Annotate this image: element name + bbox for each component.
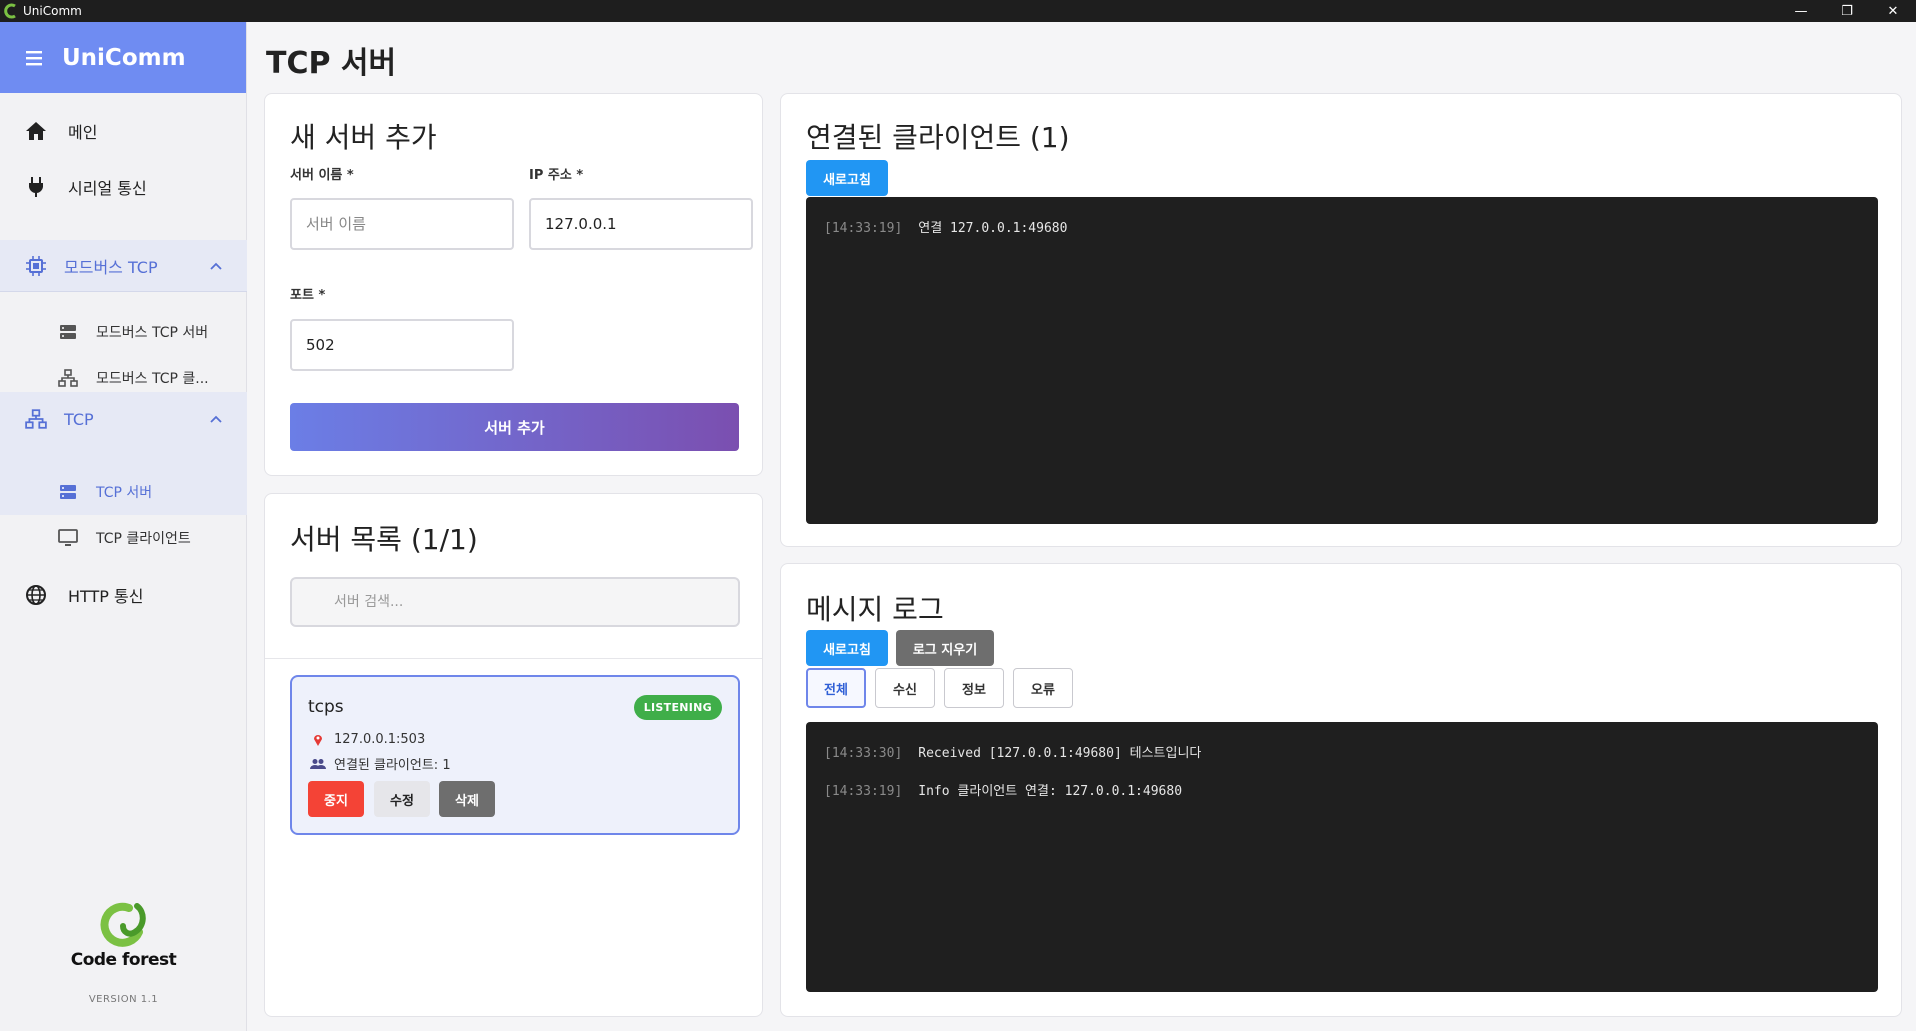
- sidebar-item-label: TCP 클라이언트: [96, 531, 191, 547]
- server-clients-line: 연결된 클라이언트: 1: [310, 754, 451, 773]
- server-list-title: 서버 목록 (1/1): [290, 523, 478, 556]
- edit-server-button[interactable]: 수정: [374, 781, 430, 817]
- chip-icon: [24, 254, 48, 278]
- monitor-icon: [58, 528, 78, 548]
- sidebar-group-label: TCP: [64, 409, 94, 429]
- sidebar-footer: Code forest VERSION 1.1: [0, 902, 247, 1005]
- status-badge: LISTENING: [633, 695, 722, 720]
- server-list-card: 서버 목록 (1/1) tcps LISTENING 127.0.0.1:503…: [264, 493, 763, 1017]
- page-title: TCP 서버: [266, 46, 397, 81]
- chevron-up-icon: [210, 262, 222, 270]
- clear-log-button[interactable]: 로그 지우기: [896, 630, 994, 666]
- company-name: Code forest: [70, 950, 177, 970]
- log-entry-time: [14:33:30]: [824, 746, 903, 761]
- home-icon: [24, 119, 48, 143]
- log-refresh-button[interactable]: 새로고침: [806, 630, 888, 666]
- minimize-button[interactable]: —: [1778, 0, 1824, 22]
- port-label: 포트 *: [290, 288, 326, 303]
- server-name-input[interactable]: [290, 198, 514, 250]
- log-entry-text: Info 클라이언트 연결: 127.0.0.1:49680: [918, 784, 1183, 799]
- sidebar-group-modbus-tcp[interactable]: 모드버스 TCP: [0, 240, 247, 292]
- port-input[interactable]: [290, 319, 514, 371]
- window-titlebar: UniComm — ❐ ✕: [0, 0, 1916, 22]
- sidebar-item-tcp-server[interactable]: TCP 서버: [0, 472, 247, 512]
- add-server-title: 새 서버 추가: [290, 121, 437, 154]
- add-server-card: 새 서버 추가 서버 이름 * IP 주소 * 포트 * 서버 추가: [264, 93, 763, 476]
- filter-error-button[interactable]: 오류: [1013, 668, 1073, 708]
- clients-refresh-button[interactable]: 새로고침: [806, 160, 888, 196]
- sidebar-item-label: 메인: [68, 123, 98, 142]
- message-log-console: [14:33:30] Received [127.0.0.1:49680] 테스트…: [806, 722, 1878, 992]
- log-entry: [14:33:30] Received [127.0.0.1:49680] 테스트…: [824, 742, 1201, 761]
- window-title: UniComm: [23, 4, 82, 18]
- sidebar-group-label: 모드버스 TCP: [64, 257, 158, 277]
- app-logo-icon: [4, 3, 16, 19]
- server-icon: [58, 322, 78, 342]
- client-entry-text: 연결 127.0.0.1:49680: [918, 221, 1068, 236]
- server-list-item[interactable]: tcps LISTENING 127.0.0.1:503 연결된 클라이언트: …: [290, 675, 740, 835]
- sidebar-item-label: HTTP 통신: [68, 587, 144, 606]
- message-log-card: 메시지 로그 새로고침 로그 지우기 전체 수신 정보 오류 [14:33:30…: [780, 563, 1902, 1017]
- chevron-up-icon: [210, 415, 222, 423]
- filter-all-button[interactable]: 전체: [806, 668, 866, 708]
- sidebar-header: UniComm: [0, 22, 246, 93]
- network-icon: [24, 407, 48, 431]
- sidebar-item-modbus-tcp-server[interactable]: 모드버스 TCP 서버: [0, 312, 247, 352]
- server-address: 127.0.0.1:503: [334, 732, 426, 747]
- sidebar-item-main[interactable]: 메인: [0, 106, 247, 156]
- ip-address-label: IP 주소 *: [529, 168, 584, 183]
- sidebar-item-label: 모드버스 TCP 클...: [96, 371, 209, 387]
- list-divider: [265, 658, 762, 659]
- sidebar-group-tcp[interactable]: TCP: [0, 392, 247, 446]
- connected-clients-title: 연결된 클라이언트 (1): [806, 121, 1070, 154]
- network-icon: [58, 368, 78, 388]
- version-label: VERSION 1.1: [88, 994, 159, 1005]
- server-search-input[interactable]: [290, 577, 740, 627]
- codeforest-logo: [100, 902, 146, 947]
- sidebar-brand: UniComm: [62, 44, 186, 71]
- server-clients-count: 연결된 클라이언트: 1: [334, 758, 451, 773]
- users-icon: [310, 757, 326, 771]
- close-button[interactable]: ✕: [1870, 0, 1916, 22]
- filter-info-button[interactable]: 정보: [944, 668, 1004, 708]
- sidebar-item-serial[interactable]: 시리얼 통신: [0, 162, 247, 212]
- log-entry-text: Received [127.0.0.1:49680] 테스트입니다: [918, 746, 1202, 761]
- sidebar-item-label: 모드버스 TCP 서버: [96, 325, 209, 341]
- server-icon: [58, 482, 78, 502]
- client-entry: [14:33:19] 연결 127.0.0.1:49680: [824, 217, 1067, 236]
- sidebar-item-label: TCP 서버: [96, 485, 153, 501]
- ip-address-input[interactable]: [529, 198, 753, 250]
- client-entry-time: [14:33:19]: [824, 221, 903, 236]
- server-address-line: 127.0.0.1:503: [310, 732, 425, 747]
- delete-server-button[interactable]: 삭제: [439, 781, 495, 817]
- sidebar-item-http[interactable]: HTTP 통신: [0, 570, 247, 620]
- sidebar-item-label: 시리얼 통신: [68, 179, 147, 198]
- message-log-title: 메시지 로그: [806, 593, 944, 626]
- stop-server-button[interactable]: 중지: [308, 781, 364, 817]
- location-pin-icon: [310, 733, 326, 747]
- server-name-label: 서버 이름 *: [290, 168, 354, 183]
- log-entry: [14:33:19] Info 클라이언트 연결: 127.0.0.1:49680: [824, 780, 1182, 799]
- globe-icon: [24, 583, 48, 607]
- sidebar-item-tcp-client[interactable]: TCP 클라이언트: [0, 518, 247, 558]
- filter-received-button[interactable]: 수신: [875, 668, 935, 708]
- server-name: tcps: [308, 697, 344, 717]
- restore-button[interactable]: ❐: [1824, 0, 1870, 22]
- hamburger-menu-icon[interactable]: [24, 50, 44, 66]
- clients-console: [14:33:19] 연결 127.0.0.1:49680: [806, 197, 1878, 524]
- add-server-button[interactable]: 서버 추가: [290, 403, 739, 451]
- sidebar: UniComm 메인 시리얼 통신 모드버스 TCP 모드버스 TCP 서버 모…: [0, 22, 247, 1031]
- plug-icon: [24, 175, 48, 199]
- log-entry-time: [14:33:19]: [824, 784, 903, 799]
- connected-clients-card: 연결된 클라이언트 (1) 새로고침 [14:33:19] 연결 127.0.0.…: [780, 93, 1902, 547]
